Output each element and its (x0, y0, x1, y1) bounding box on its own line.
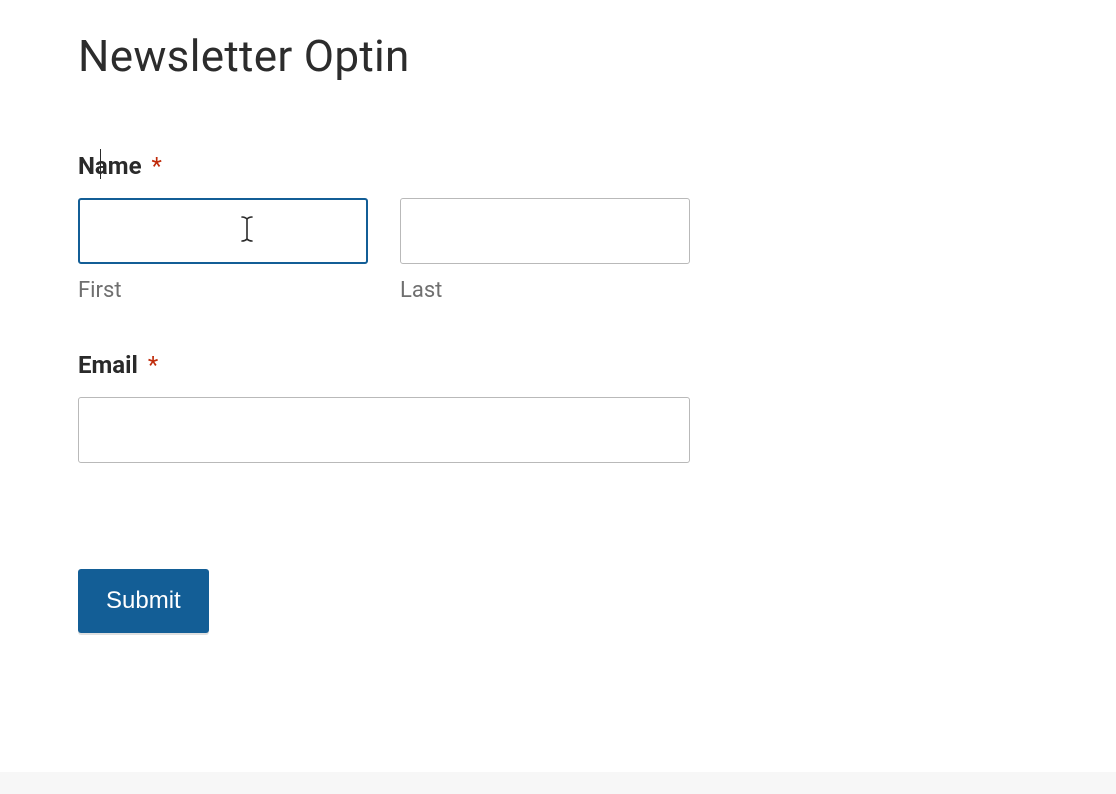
first-name-sublabel: First (78, 278, 368, 303)
submit-button[interactable]: Submit (78, 569, 209, 633)
email-field-group: Email * (78, 351, 1038, 463)
email-input[interactable] (78, 397, 690, 463)
name-label-text: Name (78, 152, 142, 180)
email-label: Email * (78, 351, 1038, 379)
required-asterisk-icon: * (152, 152, 162, 180)
last-name-input[interactable] (400, 198, 690, 264)
name-label: Name * (78, 152, 1038, 180)
page-title: Newsletter Optin (78, 30, 1038, 82)
name-field-group: Name * First Last (78, 152, 1038, 303)
form-container: Newsletter Optin Name * First Last Email… (0, 0, 1116, 663)
footer-strip (0, 772, 1116, 794)
last-name-sublabel: Last (400, 278, 690, 303)
name-row: First Last (78, 198, 1038, 303)
last-name-column: Last (400, 198, 690, 303)
email-label-text: Email (78, 351, 138, 379)
required-asterisk-icon: * (148, 351, 158, 379)
first-name-input[interactable] (78, 198, 368, 264)
first-name-column: First (78, 198, 368, 303)
